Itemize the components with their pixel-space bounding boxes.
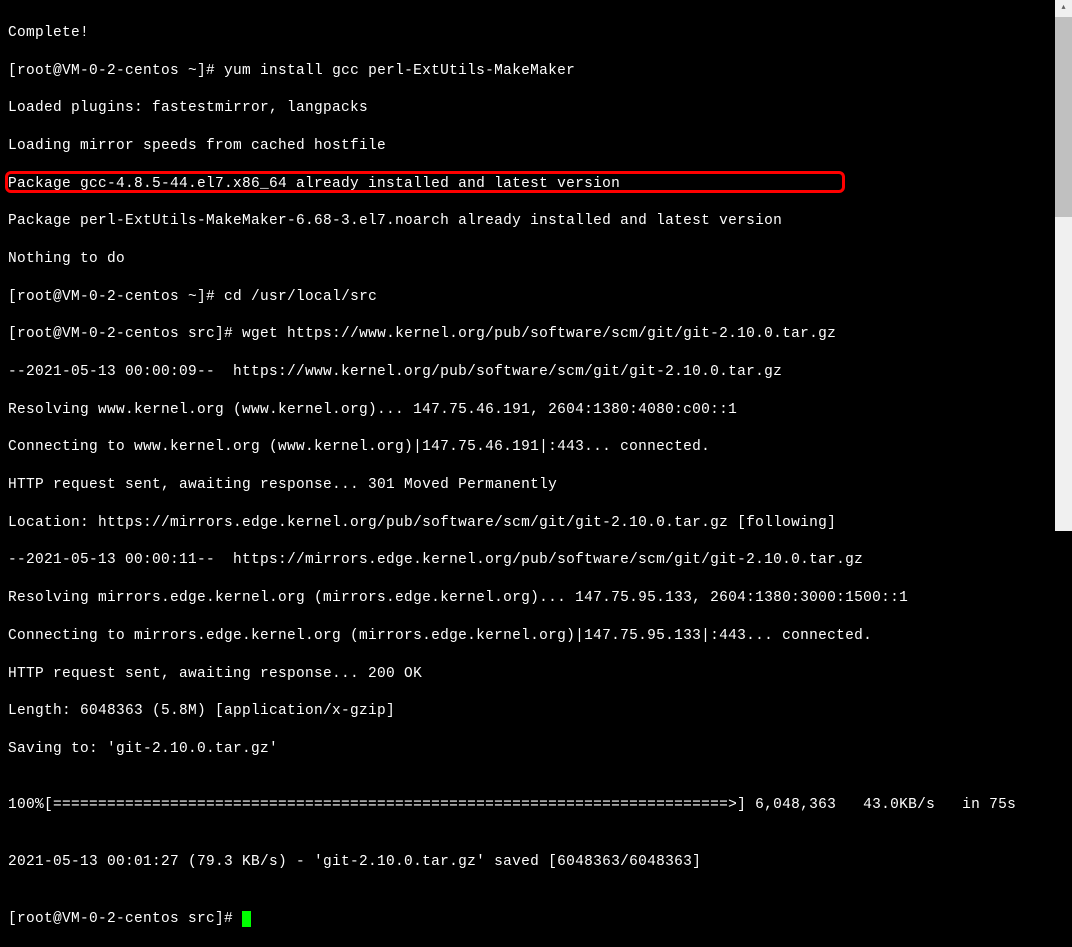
command: wget https://www.kernel.org/pub/software… [242, 326, 836, 342]
output-line: Loaded plugins: fastestmirror, langpacks [8, 99, 1064, 118]
command-line: [root@VM-0-2-centos src]# wget https://w… [8, 325, 1064, 344]
command: yum install gcc perl-ExtUtils-MakeMaker [224, 63, 575, 79]
output-line: HTTP request sent, awaiting response... … [8, 476, 1064, 495]
scrollbar-up-button[interactable]: ▴ [1055, 0, 1072, 17]
output-line: Package perl-ExtUtils-MakeMaker-6.68-3.e… [8, 212, 1064, 231]
output-line: Loading mirror speeds from cached hostfi… [8, 137, 1064, 156]
output-line: Complete! [8, 24, 1064, 43]
output-line: --2021-05-13 00:00:11-- https://mirrors.… [8, 551, 1064, 570]
output-line: Package gcc-4.8.5-44.el7.x86_64 already … [8, 175, 1064, 194]
prompt: [root@VM-0-2-centos ~]# [8, 289, 224, 305]
terminal-output[interactable]: Complete! [root@VM-0-2-centos ~]# yum in… [8, 5, 1064, 947]
command: cd /usr/local/src [224, 289, 377, 305]
output-line: HTTP request sent, awaiting response... … [8, 665, 1064, 684]
output-line: 2021-05-13 00:01:27 (79.3 KB/s) - 'git-2… [8, 853, 1064, 872]
command-line: [root@VM-0-2-centos ~]# yum install gcc … [8, 62, 1064, 81]
prompt: [root@VM-0-2-centos ~]# [8, 63, 224, 79]
command-line: [root@VM-0-2-centos ~]# cd /usr/local/sr… [8, 288, 1064, 307]
cursor[interactable] [242, 911, 251, 927]
scrollbar[interactable]: ▴ [1055, 0, 1072, 531]
output-line: Resolving www.kernel.org (www.kernel.org… [8, 401, 1064, 420]
output-line: Nothing to do [8, 250, 1064, 269]
output-line: Connecting to mirrors.edge.kernel.org (m… [8, 627, 1064, 646]
output-line: Resolving mirrors.edge.kernel.org (mirro… [8, 589, 1064, 608]
scrollbar-thumb[interactable] [1055, 17, 1072, 217]
output-line: Location: https://mirrors.edge.kernel.or… [8, 514, 1064, 533]
output-line: Connecting to www.kernel.org (www.kernel… [8, 438, 1064, 457]
output-line: Length: 6048363 (5.8M) [application/x-gz… [8, 702, 1064, 721]
output-line: Saving to: 'git-2.10.0.tar.gz' [8, 740, 1064, 759]
prompt: [root@VM-0-2-centos src]# [8, 326, 242, 342]
output-line: --2021-05-13 00:00:09-- https://www.kern… [8, 363, 1064, 382]
current-prompt-line: [root@VM-0-2-centos src]# [8, 910, 1064, 929]
prompt: [root@VM-0-2-centos src]# [8, 911, 242, 927]
progress-line: 100%[===================================… [8, 796, 1064, 815]
